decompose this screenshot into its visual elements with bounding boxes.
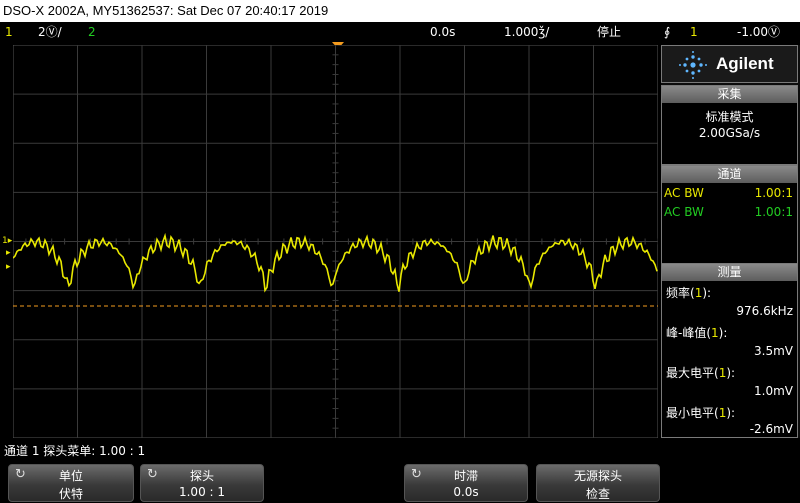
side-panel: Agilent 采集 标准模式 2.00GSa/s 通道 AC BW 1.00:… bbox=[661, 45, 800, 438]
softkey-units[interactable]: ↻ 单位 伏特 bbox=[8, 464, 134, 502]
meas-vmin-value: -2.6mV bbox=[749, 422, 793, 436]
meas-vpp-label: 峰-峰值(1): bbox=[666, 326, 728, 340]
softkey-probe[interactable]: ↻ 探头 1.00 : 1 bbox=[140, 464, 264, 502]
meas-vmax-label: 最大电平(1): bbox=[666, 366, 736, 380]
run-state[interactable]: 停止 bbox=[597, 22, 621, 42]
meas-freq-value: 976.6kHz bbox=[736, 304, 793, 318]
meas-vmin-label: 最小电平(1): bbox=[666, 406, 736, 420]
softkey-skew[interactable]: ↻ 时滞 0.0s bbox=[404, 464, 528, 502]
ch1-probe-ratio: 1.00:1 bbox=[754, 186, 793, 200]
measure-box[interactable]: 测量 频率(1): 976.6kHz 峰-峰值(1): 3.5mV 最大电平(1… bbox=[661, 263, 798, 438]
ch2-coupling: AC BW bbox=[664, 205, 704, 219]
time-position[interactable]: 0.0s bbox=[430, 22, 455, 42]
ch1-ground-marker[interactable]: 1▸ bbox=[2, 236, 12, 246]
status-bar: 1 2Ⓥ/ 2 0.0s 1.000ǯ/ 停止 ∮ 1 -1.00Ⓥ bbox=[0, 22, 800, 42]
time-scale[interactable]: 1.000ǯ/ bbox=[504, 22, 549, 42]
window-title: DSO-X 2002A, MY51362537: Sat Dec 07 20:4… bbox=[0, 0, 800, 22]
trigger-source[interactable]: 1 bbox=[690, 22, 698, 42]
sample-rate: 2.00GSa/s bbox=[698, 126, 761, 140]
trigger-level[interactable]: -1.00Ⓥ bbox=[737, 22, 780, 42]
channel-box[interactable]: 通道 AC BW 1.00:1 AC BW 1.00:1 bbox=[661, 165, 798, 265]
probe-menu-title: 通道 1 探头菜单: 1.00 : 1 bbox=[4, 444, 146, 458]
agilent-logo: Agilent bbox=[661, 45, 798, 83]
ch1-scale[interactable]: 2Ⓥ/ bbox=[38, 22, 62, 42]
ch1-coupling: AC BW bbox=[664, 186, 704, 200]
ch2-number[interactable]: 2 bbox=[88, 22, 96, 42]
measure-header: 测量 bbox=[662, 264, 797, 281]
ch2-probe-ratio: 1.00:1 bbox=[754, 205, 793, 219]
trigger-edge-icon: ∮ bbox=[664, 25, 671, 39]
meas-vmax-value: 1.0mV bbox=[754, 384, 793, 398]
acquire-box[interactable]: 采集 标准模式 2.00GSa/s bbox=[661, 85, 798, 165]
acquire-mode: 标准模式 bbox=[705, 110, 754, 124]
agilent-spark-icon bbox=[679, 51, 707, 79]
brand-name: Agilent bbox=[716, 54, 774, 73]
channel-header: 通道 bbox=[662, 166, 797, 183]
meas-vpp-value: 3.5mV bbox=[754, 344, 793, 358]
trigger-marker[interactable]: ▸ bbox=[6, 248, 11, 258]
acquire-header: 采集 bbox=[662, 86, 797, 103]
trigger-level-marker[interactable]: ▸ bbox=[6, 262, 11, 272]
softkey-passive-probe-check[interactable]: 无源探头 检查 bbox=[536, 464, 660, 502]
ch1-number[interactable]: 1 bbox=[5, 22, 13, 42]
waveform-display[interactable] bbox=[13, 45, 658, 438]
meas-freq-label: 频率(1): bbox=[666, 286, 712, 300]
